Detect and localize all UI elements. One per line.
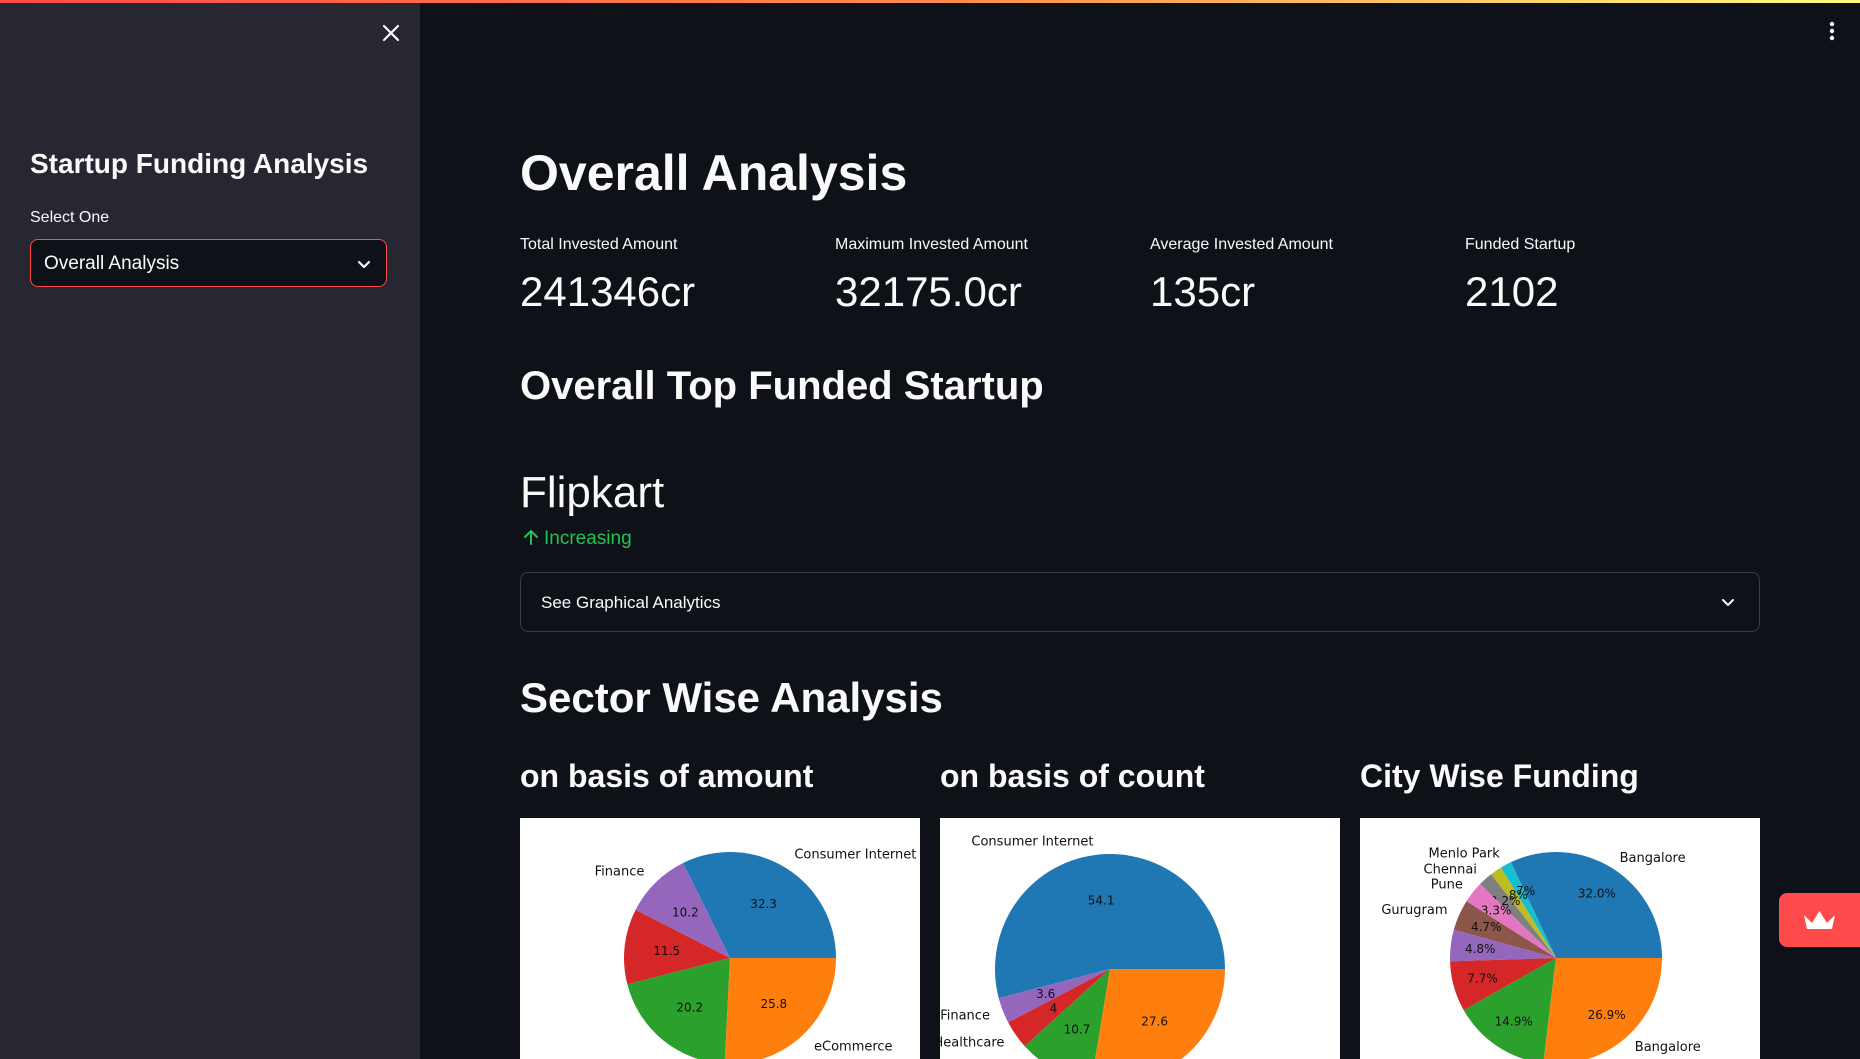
slice-category-label: Finance	[595, 864, 645, 879]
expander-label: See Graphical Analytics	[541, 593, 721, 612]
city-pie-chart: 32.0% Bangalore 1.7% Menlo Park 1.8% 2.2% Chen…	[1360, 818, 1760, 1059]
sidebar-title: Startup Funding Analysis	[30, 148, 369, 179]
count-pie-chart: 54.1 Consumer Internet 3.6 Finance 4 Healthca…	[940, 818, 1340, 1059]
slice-percent-label: 10.2	[672, 906, 699, 920]
sector-heading: Sector Wise Analysis	[520, 674, 943, 721]
metric-maximum: Maximum Invested Amount 32175.0cr	[835, 236, 1145, 316]
slice-percent-label: 26.9%	[1588, 1008, 1626, 1022]
city-chart-heading: City Wise Funding	[1360, 758, 1639, 794]
amount-pie-chart: 32.3 Consumer Internet 10.2 Finance 11.5 20.2…	[520, 818, 920, 1059]
slice-category-label: Consumer Internet	[971, 834, 1093, 849]
slice-percent-label: 4	[1050, 1001, 1058, 1015]
count-chart-heading: on basis of count	[940, 758, 1205, 794]
slice-category-label: Gurugram	[1381, 903, 1447, 918]
top-funded-heading: Overall Top Funded Startup	[520, 364, 1044, 408]
chevron-down-icon	[357, 260, 371, 269]
chevron-down-icon	[1722, 599, 1734, 606]
slice-percent-label: 14.9%	[1495, 1015, 1533, 1029]
select-label: Select One	[30, 209, 110, 226]
crown-icon	[1804, 911, 1835, 929]
slice-category-label: Healthcare	[940, 1036, 1004, 1051]
delta-text: Increasing	[544, 528, 632, 549]
slice-category-label: Bangalore	[1635, 1040, 1701, 1055]
slice-category-label: Finance	[940, 1009, 990, 1024]
slice-percent-label: 54.1	[1088, 894, 1115, 908]
metric-funded-startup: Funded Startup 2102	[1465, 236, 1775, 316]
slice-percent-label: 7.7%	[1467, 972, 1498, 986]
kebab-menu-icon	[1829, 21, 1835, 41]
slice-percent-label: 32.3	[750, 897, 777, 911]
slice-percent-label: 25.8	[760, 997, 787, 1011]
metric-label: Funded Startup	[1465, 236, 1576, 253]
slice-percent-label: 3.6	[1036, 987, 1055, 1001]
select-value: Overall Analysis	[44, 253, 180, 274]
top-decoration-bar	[0, 0, 1860, 3]
slice-percent-label: 10.7	[1064, 1023, 1091, 1037]
slice-category-label: Chennai	[1424, 862, 1477, 877]
metric-label: Total Invested Amount	[520, 236, 678, 253]
slice-category-label: Pune	[1431, 877, 1463, 892]
metric-average: Average Invested Amount 135cr	[1150, 236, 1460, 316]
graphical-analytics-expander[interactable]: See Graphical Analytics	[520, 572, 1760, 632]
slice-percent-label: 4.8%	[1465, 942, 1496, 956]
slice-category-label: Consumer Internet	[794, 847, 916, 862]
metric-label: Average Invested Amount	[1150, 236, 1333, 253]
top-funded-name: Flipkart	[520, 468, 665, 517]
metric-total: Total Invested Amount 241346cr	[520, 236, 830, 316]
arrow-up-icon	[524, 530, 538, 545]
slice-percent-label: 11.5	[653, 944, 680, 958]
slice-percent-label: 32.0%	[1578, 887, 1616, 901]
metric-label: Maximum Invested Amount	[835, 236, 1028, 253]
metric-value: 32175.0cr	[835, 268, 1022, 315]
slice-category-label: Menlo Park	[1429, 846, 1501, 861]
amount-chart-heading: on basis of amount	[520, 758, 814, 794]
slice-category-label: eCommerce	[814, 1039, 893, 1054]
streamlit-app-button[interactable]	[1779, 893, 1860, 947]
metric-value: 2102	[1465, 268, 1559, 315]
analysis-select[interactable]: Overall Analysis	[30, 239, 387, 287]
close-icon	[382, 24, 400, 42]
slice-category-label: Bangalore	[1620, 851, 1686, 866]
metric-value: 241346cr	[520, 268, 696, 315]
page-title: Overall Analysis	[520, 145, 908, 201]
top-funded-delta: Increasing	[522, 528, 632, 550]
metric-value: 135cr	[1150, 268, 1256, 315]
slice-percent-label: 27.6	[1141, 1015, 1168, 1029]
sidebar: Startup Funding Analysis Select One Over…	[0, 0, 420, 1059]
slice-percent-label: 4.7%	[1471, 920, 1502, 934]
slice-percent-label: 20.2	[676, 1000, 703, 1014]
main-menu-button[interactable]	[1822, 18, 1842, 44]
close-sidebar-button[interactable]	[376, 18, 406, 48]
